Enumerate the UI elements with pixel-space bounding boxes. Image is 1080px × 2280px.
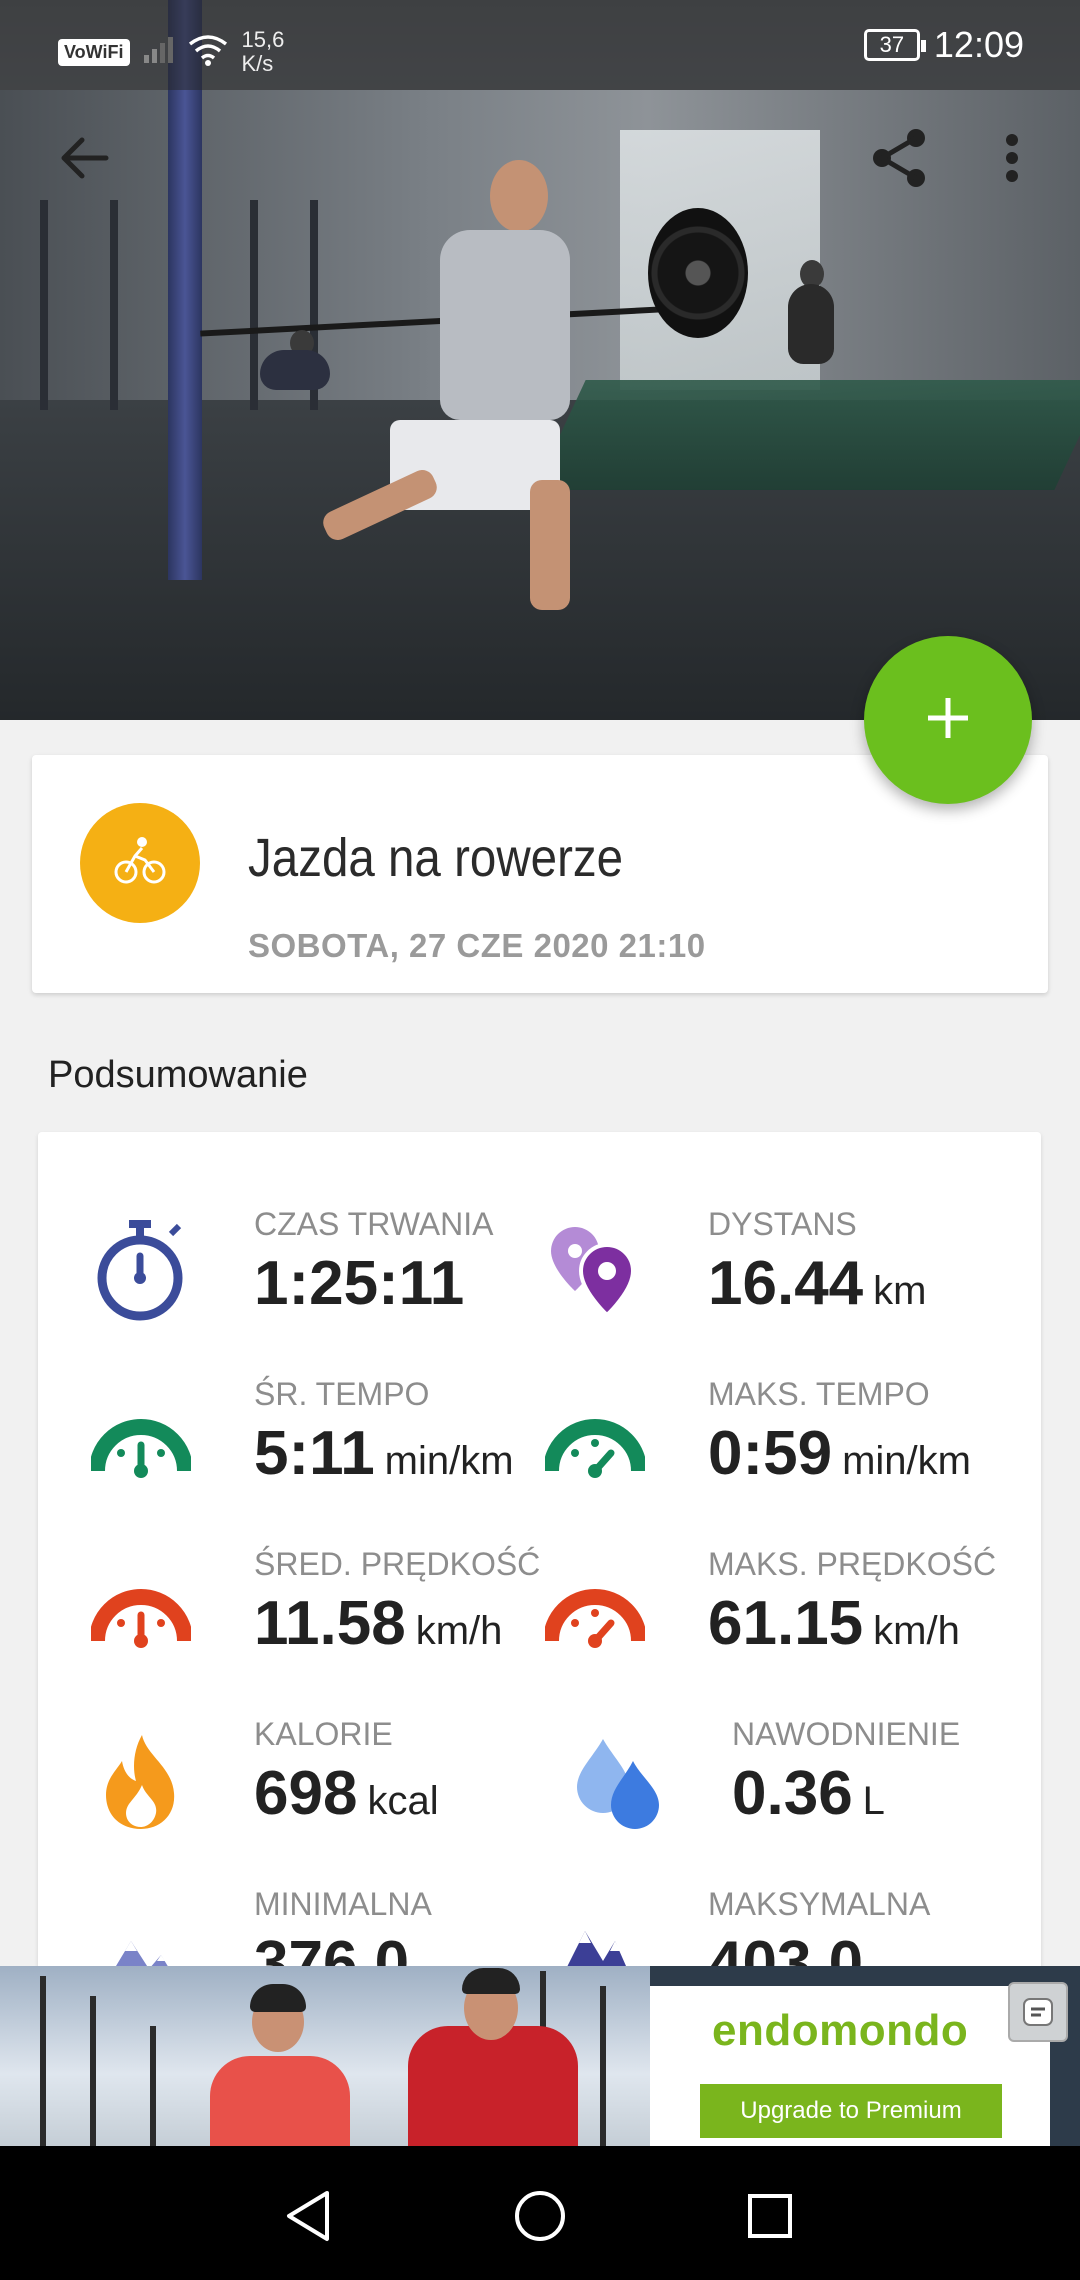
stat-value: 698 kcal bbox=[254, 1758, 439, 1829]
stat-duration: CZAS TRWANIA 1:25:11 bbox=[86, 1206, 546, 1356]
stat-value: 1:25:11 bbox=[254, 1248, 464, 1319]
stat-number: 0.36 bbox=[732, 1759, 853, 1828]
rack bbox=[110, 200, 118, 410]
activity-date: SOBOTA, 27 CZE 2020 21:10 bbox=[248, 927, 706, 964]
stat-unit: kcal bbox=[367, 1779, 439, 1823]
red-gauge-icon bbox=[86, 1556, 196, 1666]
red-gauge-max-icon bbox=[540, 1556, 650, 1666]
activity-card[interactable]: Jazda na rowerze SOBOTA, 27 CZE 2020 21:… bbox=[32, 755, 1048, 993]
stat-number: 16.44 bbox=[708, 1249, 864, 1318]
stat-distance: DYSTANS 16.44 km bbox=[540, 1206, 1000, 1356]
stat-avg-speed: ŚRED. PRĘDKOŚĆ 11.58 km/h bbox=[86, 1546, 546, 1696]
stat-value: 11.58 km/h bbox=[254, 1588, 502, 1659]
ad-banner[interactable]: endomondo Upgrade to Premium bbox=[0, 1966, 1080, 2146]
stat-label: MAKSYMALNA bbox=[708, 1886, 931, 1922]
gym-turf bbox=[534, 380, 1080, 490]
stat-label: ŚR. TEMPO bbox=[254, 1376, 430, 1412]
stat-min-elevation: MINIMALNA 376.0 bbox=[86, 1886, 546, 1972]
green-gauge-icon bbox=[86, 1386, 196, 1496]
ad-dismiss-icon[interactable] bbox=[1008, 1982, 1068, 2042]
activity-title: Jazda na rowerze bbox=[248, 828, 624, 888]
share-icon[interactable] bbox=[860, 118, 940, 198]
nav-back-icon[interactable] bbox=[268, 2176, 348, 2256]
stat-label: MINIMALNA bbox=[254, 1886, 432, 1922]
nav-home-icon[interactable] bbox=[500, 2176, 580, 2256]
stat-value: 0:59 min/km bbox=[708, 1418, 971, 1489]
water-drops-icon bbox=[564, 1726, 674, 1836]
stat-unit: km/h bbox=[415, 1609, 503, 1653]
stat-number: 61.15 bbox=[708, 1589, 864, 1658]
stat-unit: L bbox=[862, 1779, 885, 1823]
plus-icon bbox=[926, 696, 970, 745]
stat-value: 16.44 km bbox=[708, 1248, 926, 1319]
mountain-max-icon bbox=[540, 1896, 650, 1972]
stat-unit: min/km bbox=[384, 1439, 514, 1483]
nav-recents-icon[interactable] bbox=[730, 2176, 810, 2256]
status-bar: VoWiFi 15,6 K/s 37 12:09 bbox=[0, 0, 1080, 90]
summary-card: CZAS TRWANIA 1:25:11 DYSTANS 16.44 km ŚR.… bbox=[38, 1132, 1041, 1972]
hero-image bbox=[0, 0, 1080, 720]
rack bbox=[40, 200, 48, 410]
add-fab-button[interactable] bbox=[864, 636, 1032, 804]
clock: 12:09 bbox=[933, 24, 1024, 65]
flame-icon bbox=[86, 1726, 196, 1836]
speed-value: 15,6 bbox=[241, 27, 285, 52]
map-pin-icon bbox=[540, 1216, 650, 1326]
endomondo-logo: endomondo bbox=[712, 2006, 969, 2055]
speed-unit: K/s bbox=[241, 51, 274, 76]
stat-label: DYSTANS bbox=[708, 1206, 857, 1242]
arrow-back-icon[interactable] bbox=[44, 118, 124, 198]
signal-icon bbox=[143, 36, 174, 68]
stat-avg-pace: ŚR. TEMPO 5:11 min/km bbox=[86, 1376, 546, 1526]
stat-label: KALORIE bbox=[254, 1716, 393, 1752]
stat-value: 5:11 min/km bbox=[254, 1418, 514, 1489]
stat-max-elevation: MAKSYMALNA 403.0 bbox=[540, 1886, 1000, 1972]
stat-number: 11.58 bbox=[254, 1589, 406, 1658]
stat-label: CZAS TRWANIA bbox=[254, 1206, 494, 1242]
stat-number: 698 bbox=[254, 1759, 358, 1828]
battery-icon: 37 bbox=[863, 29, 926, 61]
stat-number: 5:11 bbox=[254, 1419, 375, 1488]
stopwatch-icon bbox=[86, 1216, 196, 1326]
stat-label: MAKS. TEMPO bbox=[708, 1376, 930, 1412]
stat-number: 0:59 bbox=[708, 1419, 833, 1488]
green-gauge-max-icon bbox=[540, 1386, 650, 1496]
more-vert-icon[interactable] bbox=[972, 118, 1052, 198]
stat-calories: KALORIE 698 kcal bbox=[86, 1716, 546, 1866]
summary-title: Podsumowanie bbox=[48, 1054, 308, 1096]
battery-level: 37 bbox=[879, 32, 905, 57]
stat-value: 0.36 L bbox=[732, 1758, 885, 1829]
network-speed: 15,6 K/s bbox=[242, 28, 285, 76]
stat-value: 61.15 km/h bbox=[708, 1588, 960, 1659]
ad-panel: endomondo Upgrade to Premium bbox=[650, 1986, 1050, 2146]
stat-number: 1:25:11 bbox=[254, 1249, 465, 1318]
system-nav-bar bbox=[0, 2146, 1080, 2280]
stat-label: NAWODNIENIE bbox=[732, 1716, 961, 1752]
upgrade-premium-button[interactable]: Upgrade to Premium bbox=[700, 2084, 1002, 2138]
wifi-icon bbox=[188, 34, 228, 71]
stat-unit: min/km bbox=[842, 1439, 971, 1483]
vowifi-badge: VoWiFi bbox=[58, 38, 130, 66]
ad-scene bbox=[0, 1966, 650, 2146]
stat-label: ŚRED. PRĘDKOŚĆ bbox=[254, 1546, 541, 1582]
stat-hydration: NAWODNIENIE 0.36 L bbox=[564, 1716, 1024, 1866]
rack bbox=[250, 200, 258, 410]
bicycle-icon bbox=[113, 834, 167, 893]
stat-max-speed: MAKS. PRĘDKOŚĆ 61.15 km/h bbox=[540, 1546, 1000, 1696]
stat-unit: km/h bbox=[873, 1609, 960, 1653]
stat-label: MAKS. PRĘDKOŚĆ bbox=[708, 1546, 997, 1582]
weight-plate bbox=[648, 208, 748, 338]
mountain-min-icon bbox=[86, 1896, 196, 1972]
stat-max-pace: MAKS. TEMPO 0:59 min/km bbox=[540, 1376, 1000, 1526]
sport-badge bbox=[80, 803, 200, 923]
stat-unit: km bbox=[873, 1269, 927, 1313]
